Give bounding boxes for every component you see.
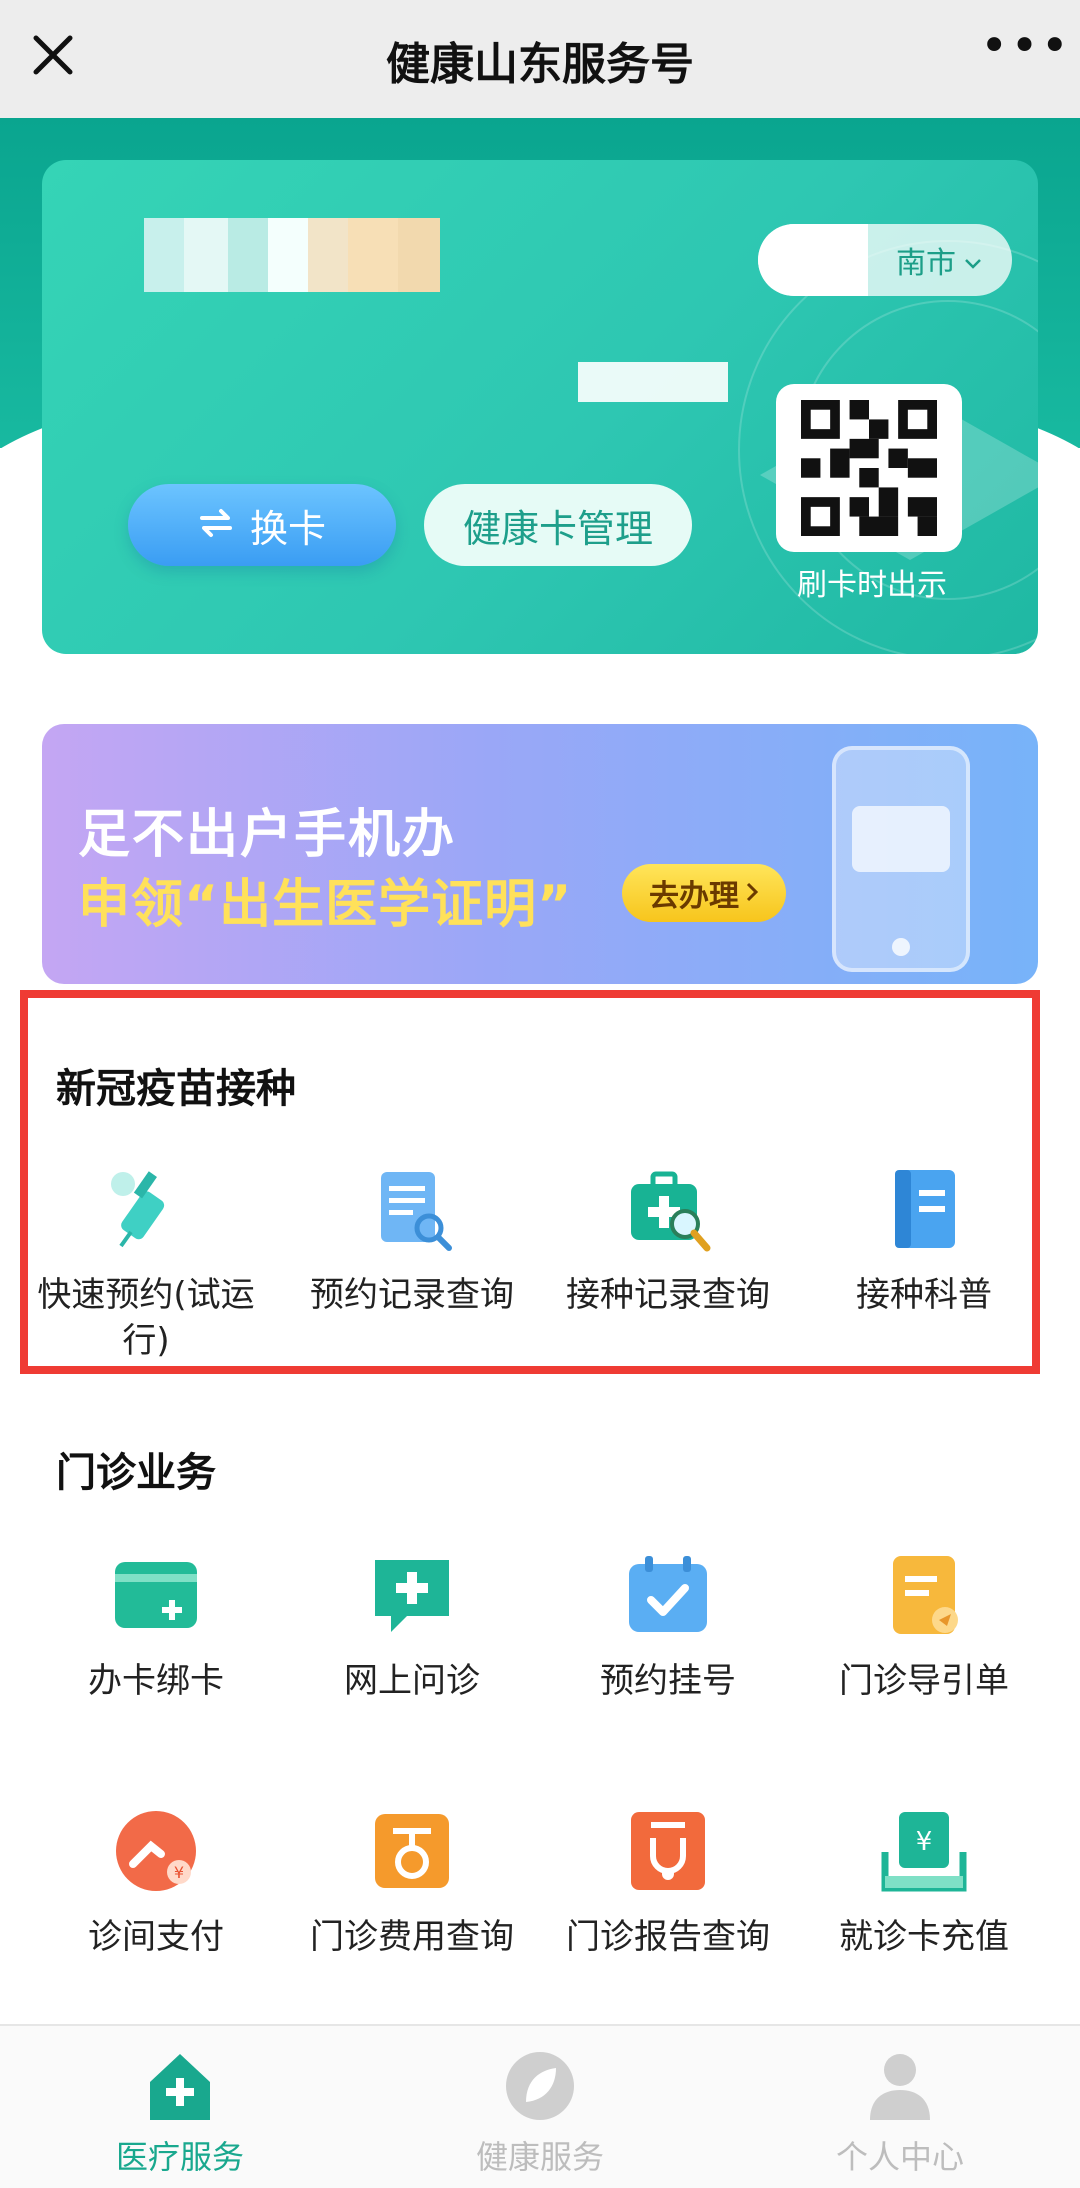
bottom-tab-bar: 医疗服务 健康服务 个人中心: [0, 2024, 1080, 2188]
payment-icon: ¥: [111, 1806, 201, 1896]
qr-code-icon: [801, 400, 937, 536]
syringe-icon: [101, 1164, 191, 1254]
outpatient-item-card-recharge[interactable]: ¥ 就诊卡充值: [794, 1806, 1054, 1960]
health-card: 南市 换卡 健康卡管理 刷卡时出示: [42, 160, 1038, 654]
id-mosaic: [578, 362, 728, 402]
vaccine-item-label: 接种记录查询: [566, 1275, 770, 1315]
vaccine-item-label: 快速预约(试运行): [37, 1275, 255, 1361]
outpatient-item-appointment[interactable]: 预约挂号: [538, 1550, 798, 1704]
city-label: 南市: [896, 246, 956, 281]
phone-button-illustration: [892, 938, 910, 956]
tab-medical-services[interactable]: 医疗服务: [50, 2046, 310, 2178]
chat-plus-icon: [367, 1550, 457, 1640]
outpatient-item-card-binding[interactable]: 办卡绑卡: [26, 1550, 286, 1704]
phone-illustration: [832, 746, 970, 972]
outpatient-item-payment[interactable]: ¥ 诊间支付: [26, 1806, 286, 1960]
page-title: 健康山东服务号: [386, 39, 694, 90]
leaf-icon: [500, 2046, 580, 2126]
city-mask: [758, 224, 868, 296]
card-add-icon: [111, 1550, 201, 1640]
tab-personal-center[interactable]: 个人中心: [770, 2046, 1030, 2178]
person-icon: [860, 2046, 940, 2126]
svg-text:¥: ¥: [916, 1827, 933, 1857]
chevron-right-icon: [745, 876, 759, 911]
tab-label: 个人中心: [835, 2138, 964, 2176]
medkit-search-icon: [623, 1164, 713, 1254]
switch-card-label: 换卡: [249, 506, 326, 551]
outpatient-item-label: 网上问诊: [344, 1661, 480, 1701]
document-search-icon: [367, 1164, 457, 1254]
outpatient-item-label: 诊间支付: [88, 1917, 224, 1957]
card-recharge-icon: ¥: [879, 1806, 969, 1896]
hospital-icon: [140, 2046, 220, 2126]
promo-banner[interactable]: 足不出户手机办 申领“出生医学证明” 去办理: [42, 724, 1038, 984]
outpatient-item-label: 门诊费用查询: [310, 1917, 514, 1957]
fee-query-icon: [367, 1806, 457, 1896]
banner-subheadline: 申领“出生医学证明”: [78, 875, 573, 935]
tab-label: 健康服务: [475, 2138, 604, 2176]
outpatient-item-label: 办卡绑卡: [88, 1661, 224, 1701]
banner-go-button[interactable]: 去办理: [622, 864, 786, 922]
banner-headline: 足不出户手机办: [78, 805, 457, 865]
vaccine-section-title: 新冠疫苗接种: [56, 1066, 296, 1112]
tab-health-services[interactable]: 健康服务: [410, 2046, 670, 2178]
more-options-icon[interactable]: •••: [980, 22, 1069, 76]
vaccine-item-vaccination-records[interactable]: 接种记录查询: [538, 1164, 798, 1318]
swap-icon: [198, 503, 234, 547]
outpatient-item-report-query[interactable]: 门诊报告查询: [538, 1806, 798, 1960]
outpatient-item-label: 门诊导引单: [839, 1661, 1009, 1701]
city-selector[interactable]: 南市: [758, 224, 1012, 296]
tab-label: 医疗服务: [115, 2138, 244, 2176]
outpatient-item-label: 就诊卡充值: [839, 1917, 1009, 1957]
svg-text:¥: ¥: [174, 1863, 184, 1882]
outpatient-item-online-consult[interactable]: 网上问诊: [282, 1550, 542, 1704]
vaccine-item-label: 预约记录查询: [310, 1275, 514, 1315]
stethoscope-report-icon: [623, 1806, 713, 1896]
qr-caption: 刷卡时出示: [797, 568, 947, 603]
book-icon: [879, 1164, 969, 1254]
manage-card-button[interactable]: 健康卡管理: [424, 484, 692, 566]
chevron-down-icon: [964, 243, 982, 278]
outpatient-item-guide-sheet[interactable]: 门诊导引单: [794, 1550, 1054, 1704]
calendar-check-icon: [623, 1550, 713, 1640]
qr-code[interactable]: [776, 384, 962, 552]
outpatient-item-label: 门诊报告查询: [566, 1917, 770, 1957]
name-mosaic: [144, 218, 440, 292]
outpatient-item-fee-query[interactable]: 门诊费用查询: [282, 1806, 542, 1960]
switch-card-button[interactable]: 换卡: [128, 484, 396, 566]
vaccine-item-label: 接种科普: [856, 1275, 992, 1315]
outpatient-item-label: 预约挂号: [600, 1661, 736, 1701]
guide-sheet-icon: [879, 1550, 969, 1640]
vaccine-item-appointment-records[interactable]: 预约记录查询: [282, 1164, 542, 1318]
id-card-illustration: [852, 806, 950, 872]
top-nav-bar: 健康山东服务号 •••: [0, 0, 1080, 118]
outpatient-section-title: 门诊业务: [56, 1450, 216, 1496]
vaccine-item-vaccination-knowledge[interactable]: 接种科普: [794, 1164, 1054, 1318]
banner-go-label: 去办理: [649, 879, 739, 914]
vaccine-item-quick-appointment[interactable]: 快速预约(试运行): [26, 1164, 266, 1364]
